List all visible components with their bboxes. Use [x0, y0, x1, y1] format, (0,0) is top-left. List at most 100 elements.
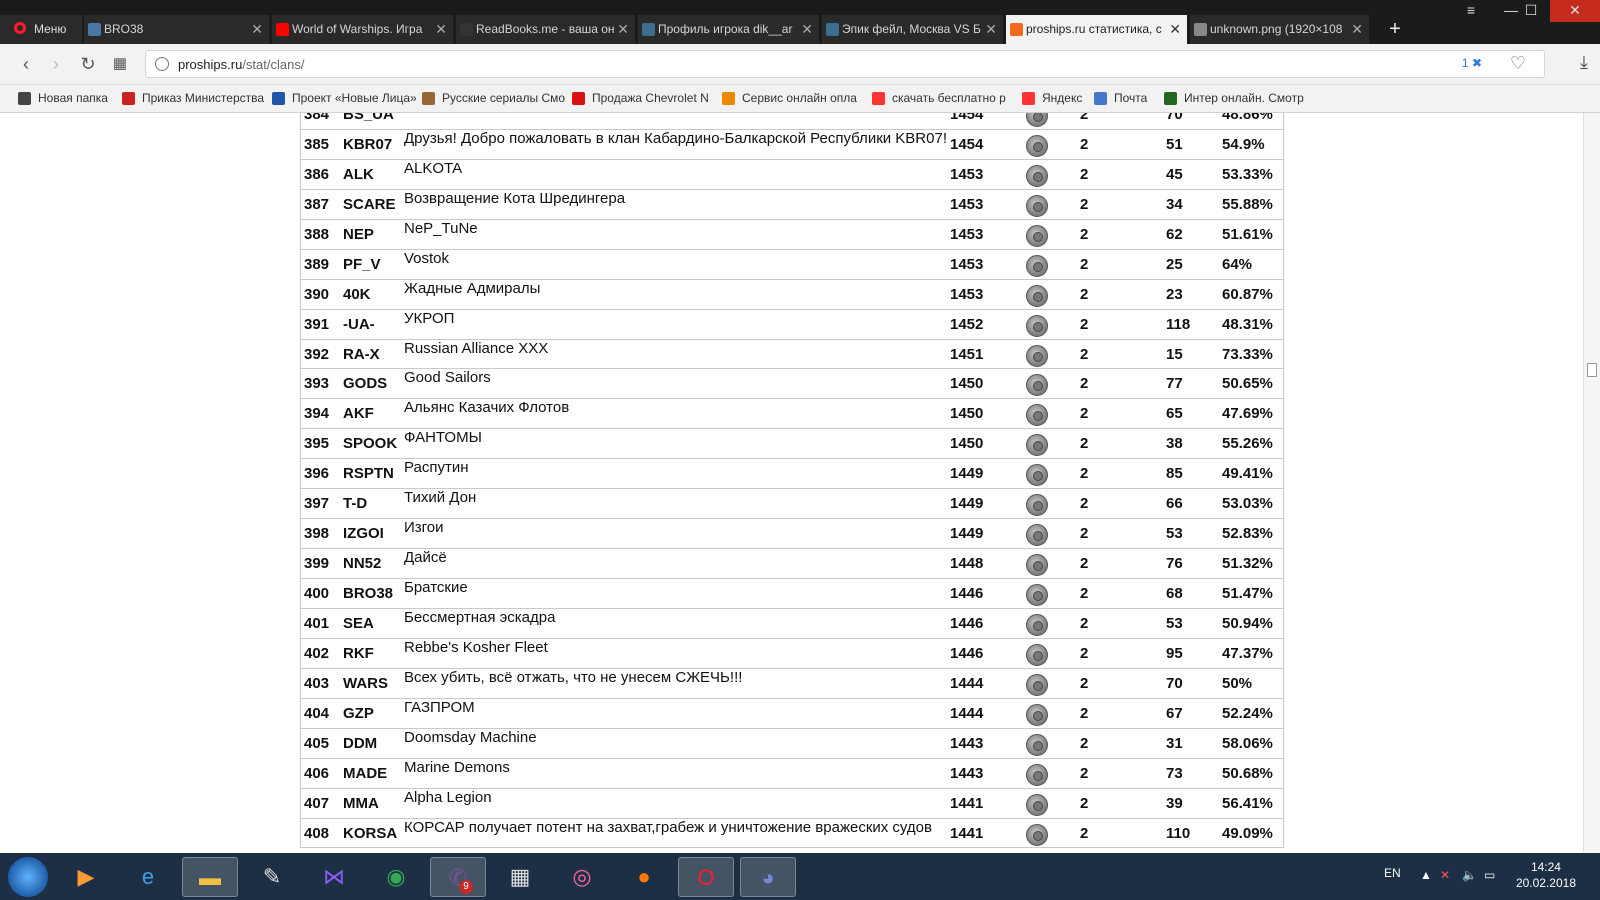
media-player-icon[interactable]: ▶: [58, 857, 114, 897]
clan-tag-link[interactable]: GODS: [343, 369, 387, 399]
clan-tag-link[interactable]: PF_V: [343, 250, 381, 280]
discord-icon[interactable]: ◕: [740, 857, 796, 897]
reload-button[interactable]: ↻: [76, 52, 100, 76]
clan-tag-link[interactable]: RA-X: [343, 340, 380, 370]
clan-tag-link[interactable]: ALK: [343, 160, 374, 190]
start-button[interactable]: [8, 857, 48, 897]
clan-tag-link[interactable]: AKF: [343, 399, 374, 429]
action-center-icon[interactable]: ▭: [1484, 853, 1495, 900]
tab-menu-icon[interactable]: ≡: [1452, 0, 1490, 22]
clan-battles: 77: [1166, 375, 1183, 393]
clan-tag-link[interactable]: WARS: [343, 669, 388, 699]
clan-rank: 384: [304, 113, 330, 123]
clan-tag-link[interactable]: T-D: [343, 489, 367, 519]
back-button[interactable]: ‹: [14, 52, 38, 76]
volume-icon[interactable]: 🔈: [1462, 853, 1477, 900]
clan-tag-link[interactable]: MMA: [343, 789, 379, 819]
clan-tag-link[interactable]: SCARE: [343, 190, 396, 220]
system-clock[interactable]: 14:24 20.02.2018: [1516, 859, 1576, 891]
clan-winrate: 48.31%: [1222, 315, 1273, 333]
language-indicator[interactable]: EN: [1384, 853, 1401, 900]
clan-tag-link[interactable]: BS_UA: [343, 113, 394, 130]
scrollbar-thumb[interactable]: [1587, 363, 1597, 377]
bookmark-item[interactable]: Приказ Министерства: [122, 85, 268, 112]
browser-tab[interactable]: ReadBooks.me - ваша он ✕: [456, 15, 636, 44]
adblock-badge[interactable]: 1 ✖: [1462, 56, 1482, 70]
calendar-icon[interactable]: ▦: [492, 857, 548, 897]
clan-tag-link[interactable]: GZP: [343, 699, 374, 729]
clan-tag-link[interactable]: NN52: [343, 549, 381, 579]
browser-tab[interactable]: BRO38 ✕: [84, 15, 270, 44]
download-icon[interactable]: ⤓: [1580, 52, 1588, 73]
bookmark-item[interactable]: скачать бесплатно р: [872, 85, 1018, 112]
browser-tab[interactable]: unknown.png (1920×108 ✕: [1190, 15, 1370, 44]
url-field[interactable]: proships.ru/stat/clans/ 1 ✖ ♡: [145, 50, 1545, 78]
tab-close-icon[interactable]: ✕: [1351, 15, 1363, 44]
clan-division: 2: [1080, 585, 1089, 602]
bookmark-item[interactable]: Яндекс: [1022, 85, 1090, 112]
close-window-button[interactable]: ✕: [1550, 0, 1600, 22]
tray-arrow-icon[interactable]: ▲: [1420, 853, 1432, 900]
speed-dial-button[interactable]: ▦: [108, 52, 132, 76]
clan-tag-link[interactable]: MADE: [343, 759, 387, 789]
page-content: 384 BS_UA Black Sails Ukraine 1454 2 70 48.86%…: [0, 113, 1583, 853]
chrome-icon[interactable]: ◉: [368, 857, 424, 897]
bookmark-item[interactable]: Новая папка: [18, 85, 118, 112]
league-medal-icon: [1026, 194, 1048, 217]
clan-tag-link[interactable]: SPOOK: [343, 429, 397, 459]
forward-button[interactable]: ›: [44, 52, 68, 76]
maximize-button[interactable]: ☐: [1512, 0, 1550, 22]
clan-tag-link[interactable]: IZGOI: [343, 519, 384, 549]
ie-icon[interactable]: e: [120, 857, 176, 897]
opera-icon[interactable]: O: [678, 857, 734, 897]
clan-tag-link[interactable]: NEP: [343, 220, 374, 250]
clan-tag-link[interactable]: SEA: [343, 609, 374, 639]
spiral-icon[interactable]: ◎: [554, 857, 610, 897]
tab-close-icon[interactable]: ✕: [1169, 15, 1181, 44]
tray-network-icon[interactable]: ✕: [1440, 853, 1450, 900]
tab-close-icon[interactable]: ✕: [985, 15, 997, 44]
clan-division: 2: [1080, 465, 1089, 483]
bookmark-item[interactable]: Сервис онлайн опла: [722, 85, 868, 112]
clan-tag-link[interactable]: RSPTN: [343, 459, 394, 489]
bookmark-item[interactable]: Интер онлайн. Смотр: [1164, 85, 1304, 112]
paint-icon[interactable]: ✎: [244, 857, 300, 897]
explorer-icon[interactable]: ▬: [182, 857, 238, 897]
bookmark-item[interactable]: Русские сериалы Смо: [422, 85, 568, 112]
clan-tag-link[interactable]: DDM: [343, 729, 377, 759]
viber-icon[interactable]: ✆ 9: [430, 857, 486, 897]
tab-label: unknown.png (1920×108: [1210, 22, 1343, 36]
new-tab-button[interactable]: +: [1380, 15, 1410, 44]
firefox-icon[interactable]: ●: [616, 857, 672, 897]
clan-rank: 385: [304, 135, 330, 153]
clan-tag-link[interactable]: 40K: [343, 280, 371, 310]
tab-close-icon[interactable]: ✕: [801, 15, 813, 44]
clan-rating: 1443: [950, 734, 984, 752]
tab-close-icon[interactable]: ✕: [251, 15, 263, 44]
clan-tag-link[interactable]: BRO38: [343, 579, 393, 609]
visual-studio-icon[interactable]: ⋈: [306, 857, 362, 897]
clan-rank: 390: [304, 285, 330, 303]
league-medal-icon: [1026, 314, 1048, 337]
bookmark-item[interactable]: Почта: [1094, 85, 1160, 112]
opera-menu-button[interactable]: Меню: [0, 15, 82, 44]
page-scrollbar[interactable]: [1583, 113, 1600, 853]
clan-name: Всех убить, всё отжать, что не унесем СЖ…: [404, 668, 743, 686]
bookmark-heart-icon[interactable]: ♡: [1510, 53, 1526, 74]
browser-tab[interactable]: World of Warships. Игра ✕: [272, 15, 454, 44]
browser-tab-bar: Меню BRO38 ✕ World of Warships. Игра ✕ ReadB…: [0, 0, 1600, 44]
bookmark-item[interactable]: Продажа Chevrolet N: [572, 85, 718, 112]
clan-tag-link[interactable]: KORSA: [343, 819, 397, 849]
tab-close-icon[interactable]: ✕: [435, 15, 447, 44]
bookmark-item[interactable]: Проект «Новые Лица»: [272, 85, 418, 112]
browser-tab[interactable]: Эпик фейл, Москва VS Б ✕: [822, 15, 1004, 44]
clan-battles: 25: [1166, 255, 1183, 273]
clan-tag-link[interactable]: -UA-: [343, 310, 375, 340]
tab-close-icon[interactable]: ✕: [617, 15, 629, 44]
league-medal-icon: [1026, 374, 1048, 397]
clan-tag-link[interactable]: KBR07: [343, 130, 392, 160]
clan-tag-link[interactable]: RKF: [343, 639, 374, 669]
browser-tab[interactable]: Профиль игрока dik__ar ✕: [638, 15, 820, 44]
browser-tab[interactable]: proships.ru статистика, с ✕: [1006, 15, 1188, 44]
site-info-icon[interactable]: [155, 57, 169, 71]
